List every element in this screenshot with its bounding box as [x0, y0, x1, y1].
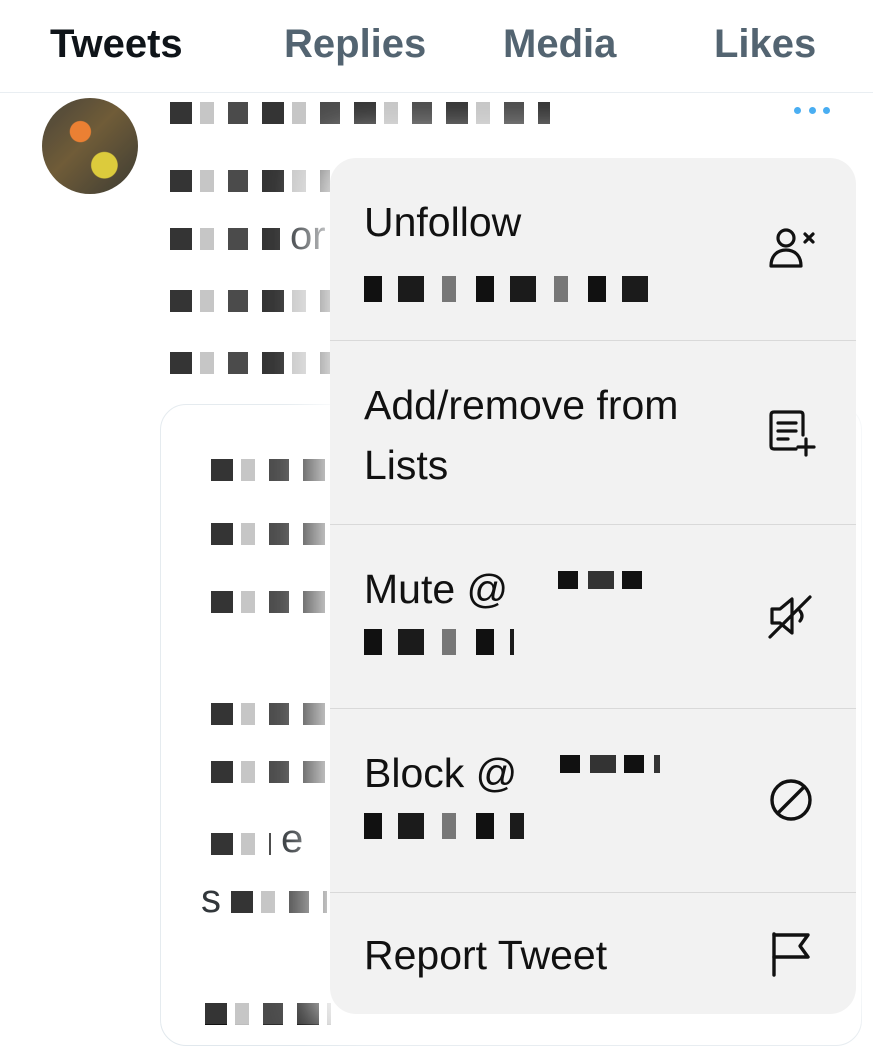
menu-item-label: Unfollow: [364, 199, 522, 245]
mute-icon: [766, 591, 816, 641]
tab-tweets[interactable]: Tweets: [50, 22, 183, 67]
flag-icon: [766, 929, 816, 979]
profile-tabs: Tweets Replies Media Likes: [0, 0, 873, 93]
menu-item-mute[interactable]: Mute @: [330, 525, 856, 709]
tab-likes[interactable]: Likes: [714, 22, 816, 67]
tab-media[interactable]: Media: [503, 22, 616, 67]
tab-replies[interactable]: Replies: [284, 22, 426, 67]
tweet-options-menu: Unfollow Add/remove from Lists Mute @ Bl…: [330, 158, 856, 1014]
redacted-handle: [558, 571, 648, 589]
redacted-username: [364, 276, 664, 302]
block-icon: [766, 775, 816, 825]
redacted-handle: [560, 755, 660, 773]
redacted-handle: [364, 813, 524, 839]
add-to-list-icon: [766, 407, 816, 457]
unfollow-icon: [766, 224, 816, 274]
menu-item-unfollow[interactable]: Unfollow: [330, 158, 856, 341]
menu-item-label: Mute @: [364, 566, 509, 612]
menu-item-label: Add/remove from Lists: [364, 382, 679, 488]
menu-item-label: Report Tweet: [364, 932, 608, 978]
menu-item-report-tweet[interactable]: Report Tweet: [330, 893, 856, 1014]
redacted-handle: [364, 629, 514, 655]
menu-item-add-remove-lists[interactable]: Add/remove from Lists: [330, 341, 856, 525]
menu-item-block[interactable]: Block @: [330, 709, 856, 893]
menu-item-label: Block @: [364, 750, 518, 796]
